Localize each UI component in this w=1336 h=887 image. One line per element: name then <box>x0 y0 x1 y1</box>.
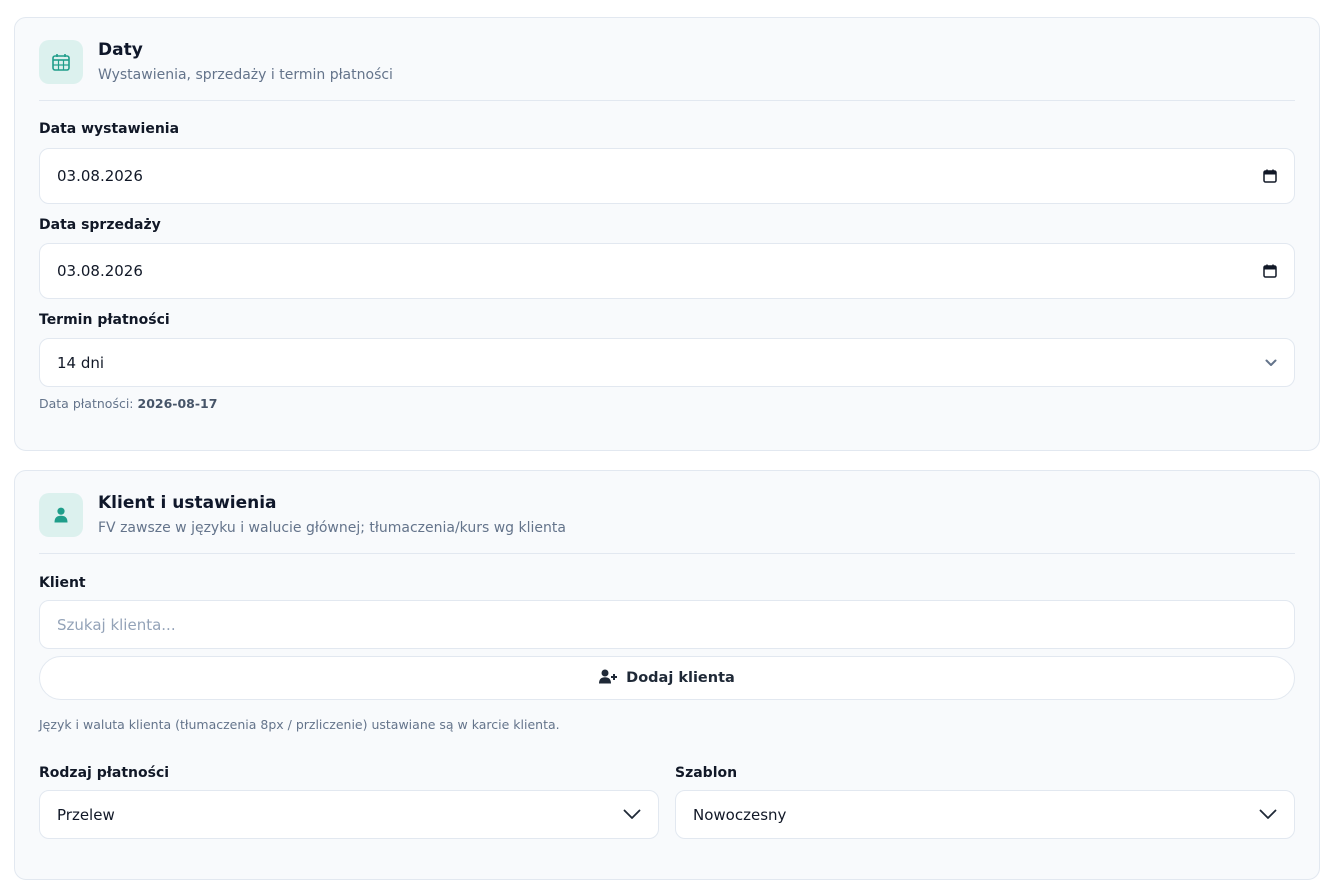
payment-type-select[interactable]: Przelew <box>39 790 659 839</box>
dates-divider <box>39 100 1295 101</box>
dates-subtitle: Wystawienia, sprzedaży i termin płatnośc… <box>98 67 393 83</box>
client-search-input[interactable]: Szukaj klienta... <box>39 600 1295 649</box>
calendar-icon <box>39 40 83 84</box>
client-divider <box>39 553 1295 554</box>
dates-title: Daty <box>98 40 143 60</box>
sale-date-value: 03.08.2026 <box>57 262 143 280</box>
client-search-placeholder: Szukaj klienta... <box>57 615 176 634</box>
dates-card: Daty Wystawienia, sprzedaży i termin pła… <box>14 17 1320 451</box>
payment-term-select[interactable]: 14 dni <box>39 338 1295 387</box>
chevron-down-icon <box>623 809 641 820</box>
payment-type-label: Rodzaj płatności <box>39 765 170 781</box>
sale-date-input[interactable]: 03.08.2026 <box>39 243 1295 299</box>
client-label: Klient <box>39 575 86 591</box>
payment-term-value: 14 dni <box>57 353 105 372</box>
user-icon <box>39 493 83 537</box>
add-client-button[interactable]: Dodaj klienta <box>39 656 1295 700</box>
payment-date-hint: Data płatności: 2026-08-17 <box>39 396 217 411</box>
client-card: Klient i ustawienia FV zawsze w języku i… <box>14 470 1320 880</box>
client-subtitle: FV zawsze w języku i walucie głównej; tł… <box>98 520 566 536</box>
calendar-picker-icon[interactable] <box>1263 169 1277 183</box>
sale-date-label: Data sprzedaży <box>39 217 161 233</box>
chevron-down-icon <box>1265 359 1277 367</box>
calendar-picker-icon[interactable] <box>1263 264 1277 278</box>
client-title: Klient i ustawienia <box>98 493 277 513</box>
user-plus-icon <box>599 669 618 688</box>
template-label: Szablon <box>675 765 738 781</box>
payment-date-value: 2026-08-17 <box>137 396 218 411</box>
client-note: Język i waluta klienta (tłumaczenia 8px … <box>39 717 560 732</box>
chevron-down-icon <box>1259 809 1277 820</box>
payment-type-value: Przelew <box>57 805 115 824</box>
issue-date-input[interactable]: 03.08.2026 <box>39 148 1295 204</box>
payment-date-prefix: Data płatności: <box>39 396 134 411</box>
issue-date-value: 03.08.2026 <box>57 167 143 185</box>
add-client-label: Dodaj klienta <box>626 670 735 686</box>
issue-date-label: Data wystawienia <box>39 121 180 137</box>
payment-term-label: Termin płatności <box>39 312 170 328</box>
template-select[interactable]: Nowoczesny <box>675 790 1295 839</box>
template-value: Nowoczesny <box>693 805 787 824</box>
